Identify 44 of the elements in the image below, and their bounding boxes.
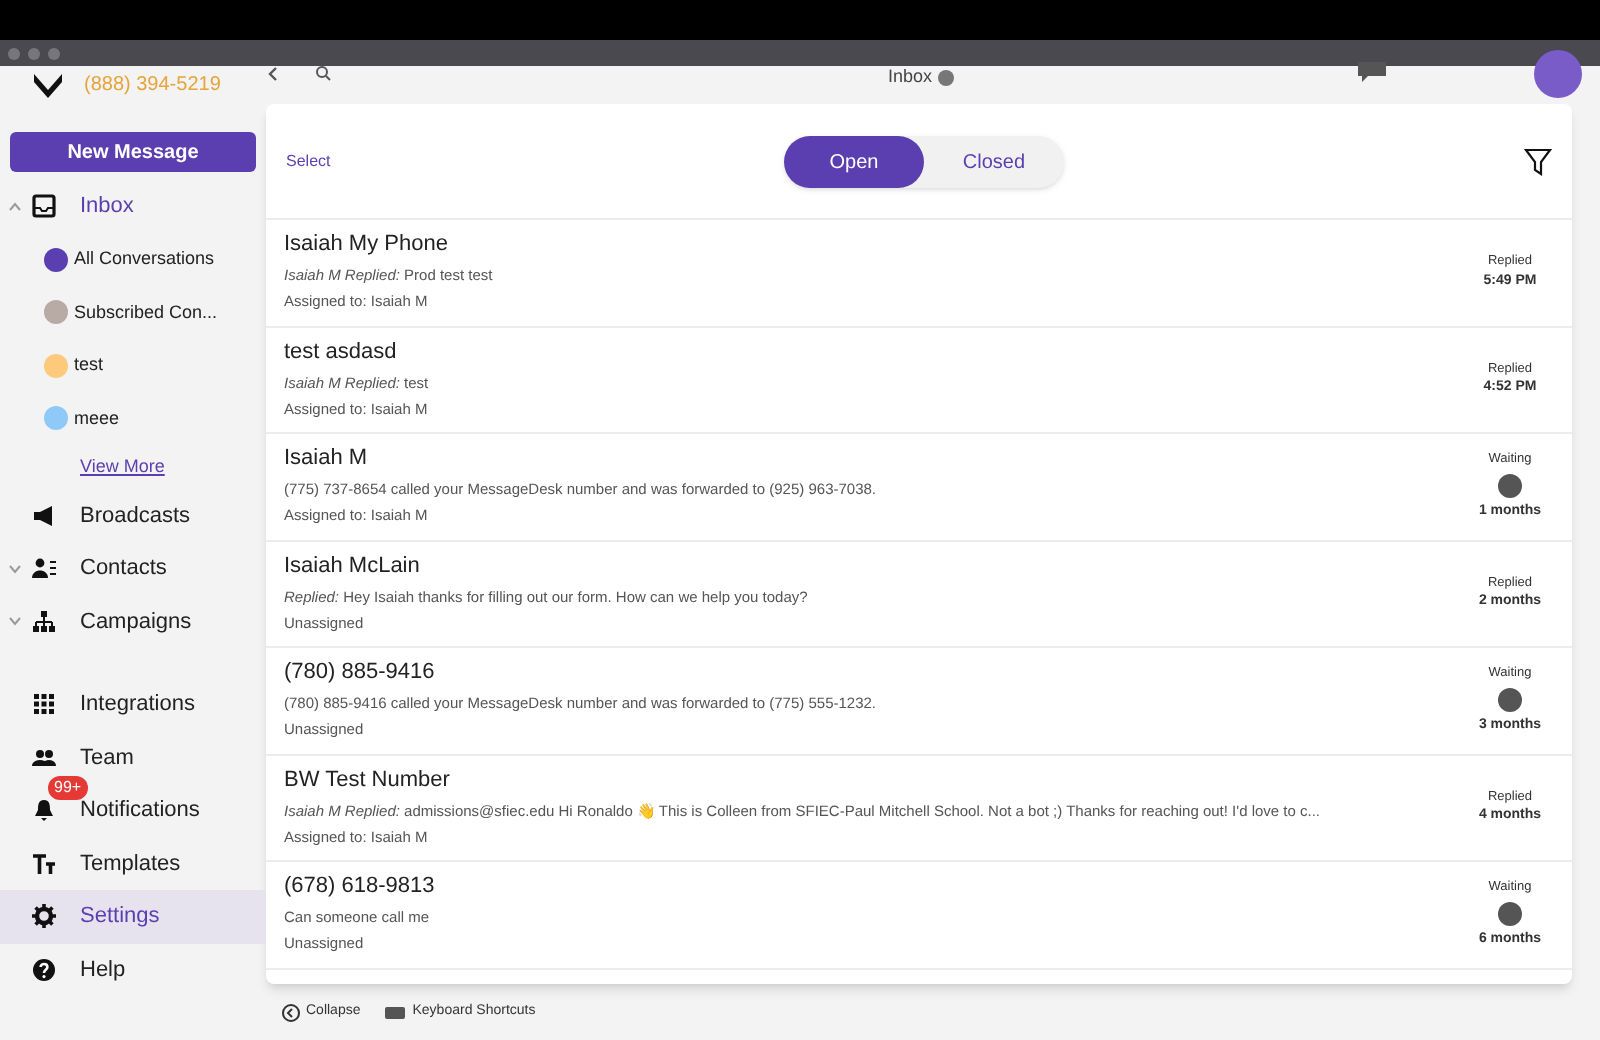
caret-up-icon[interactable] <box>8 201 22 212</box>
chat-icon[interactable] <box>1356 60 1388 84</box>
hierarchy-icon <box>32 609 56 634</box>
contact-name[interactable]: Isaiah McLain <box>284 551 1456 580</box>
conversation-filter[interactable]: meee <box>74 405 120 432</box>
sidebar-item[interactable]: Settings <box>0 890 266 943</box>
conversation-filter[interactable]: test <box>74 352 104 379</box>
caret-down-icon[interactable] <box>8 616 22 627</box>
inbox-icon <box>32 194 56 219</box>
filter-icon[interactable] <box>1524 147 1552 175</box>
sidebar-item[interactable]: Inbox <box>0 180 266 233</box>
status-tab[interactable]: Closed <box>924 136 1064 188</box>
text-size-icon <box>32 851 56 876</box>
view-more-link[interactable]: View More <box>80 453 165 481</box>
settings-icon <box>32 904 56 929</box>
sidebar-item[interactable]: Templates <box>0 837 266 890</box>
back-icon[interactable] <box>266 66 282 82</box>
sidebar-item[interactable]: Help <box>0 943 266 996</box>
conversation-filter[interactable]: Subscribed Con... <box>74 299 218 326</box>
contact-name[interactable]: BW Test Number <box>284 765 1456 794</box>
select-link[interactable]: Select <box>286 149 331 173</box>
search-icon[interactable] <box>314 66 334 82</box>
contact-name[interactable]: Isaiah M <box>284 444 1456 473</box>
contact-name[interactable]: (780) 885-9416 <box>284 658 1456 687</box>
contact-name[interactable]: test asdasd <box>284 337 1456 366</box>
notification-badge: 99+ <box>48 776 88 800</box>
new-message-button[interactable]: New Message <box>10 132 256 172</box>
sidebar-item[interactable]: Campaigns <box>0 595 266 648</box>
grid-icon <box>32 692 56 717</box>
conversation-filter[interactable]: All Conversations <box>74 246 215 273</box>
bell-icon <box>32 798 56 823</box>
contact-name[interactable]: (678) 618-9813 <box>284 872 1456 901</box>
contact-name[interactable]: Isaiah My Phone <box>284 230 1456 259</box>
caret-down-icon[interactable] <box>8 563 22 574</box>
phone-number: (888) 394-5219 <box>84 72 221 100</box>
avatar[interactable] <box>1534 50 1582 98</box>
sidebar-item[interactable]: Contacts <box>0 542 266 595</box>
megaphone-icon <box>32 503 56 528</box>
status-tab[interactable]: Open <box>784 136 924 188</box>
sidebar-item[interactable]: Broadcasts <box>0 489 266 542</box>
page-title: Inbox <box>888 64 933 90</box>
sidebar-item[interactable]: Integrations <box>0 678 266 731</box>
contacts-icon <box>32 556 56 581</box>
team-icon <box>32 745 56 770</box>
